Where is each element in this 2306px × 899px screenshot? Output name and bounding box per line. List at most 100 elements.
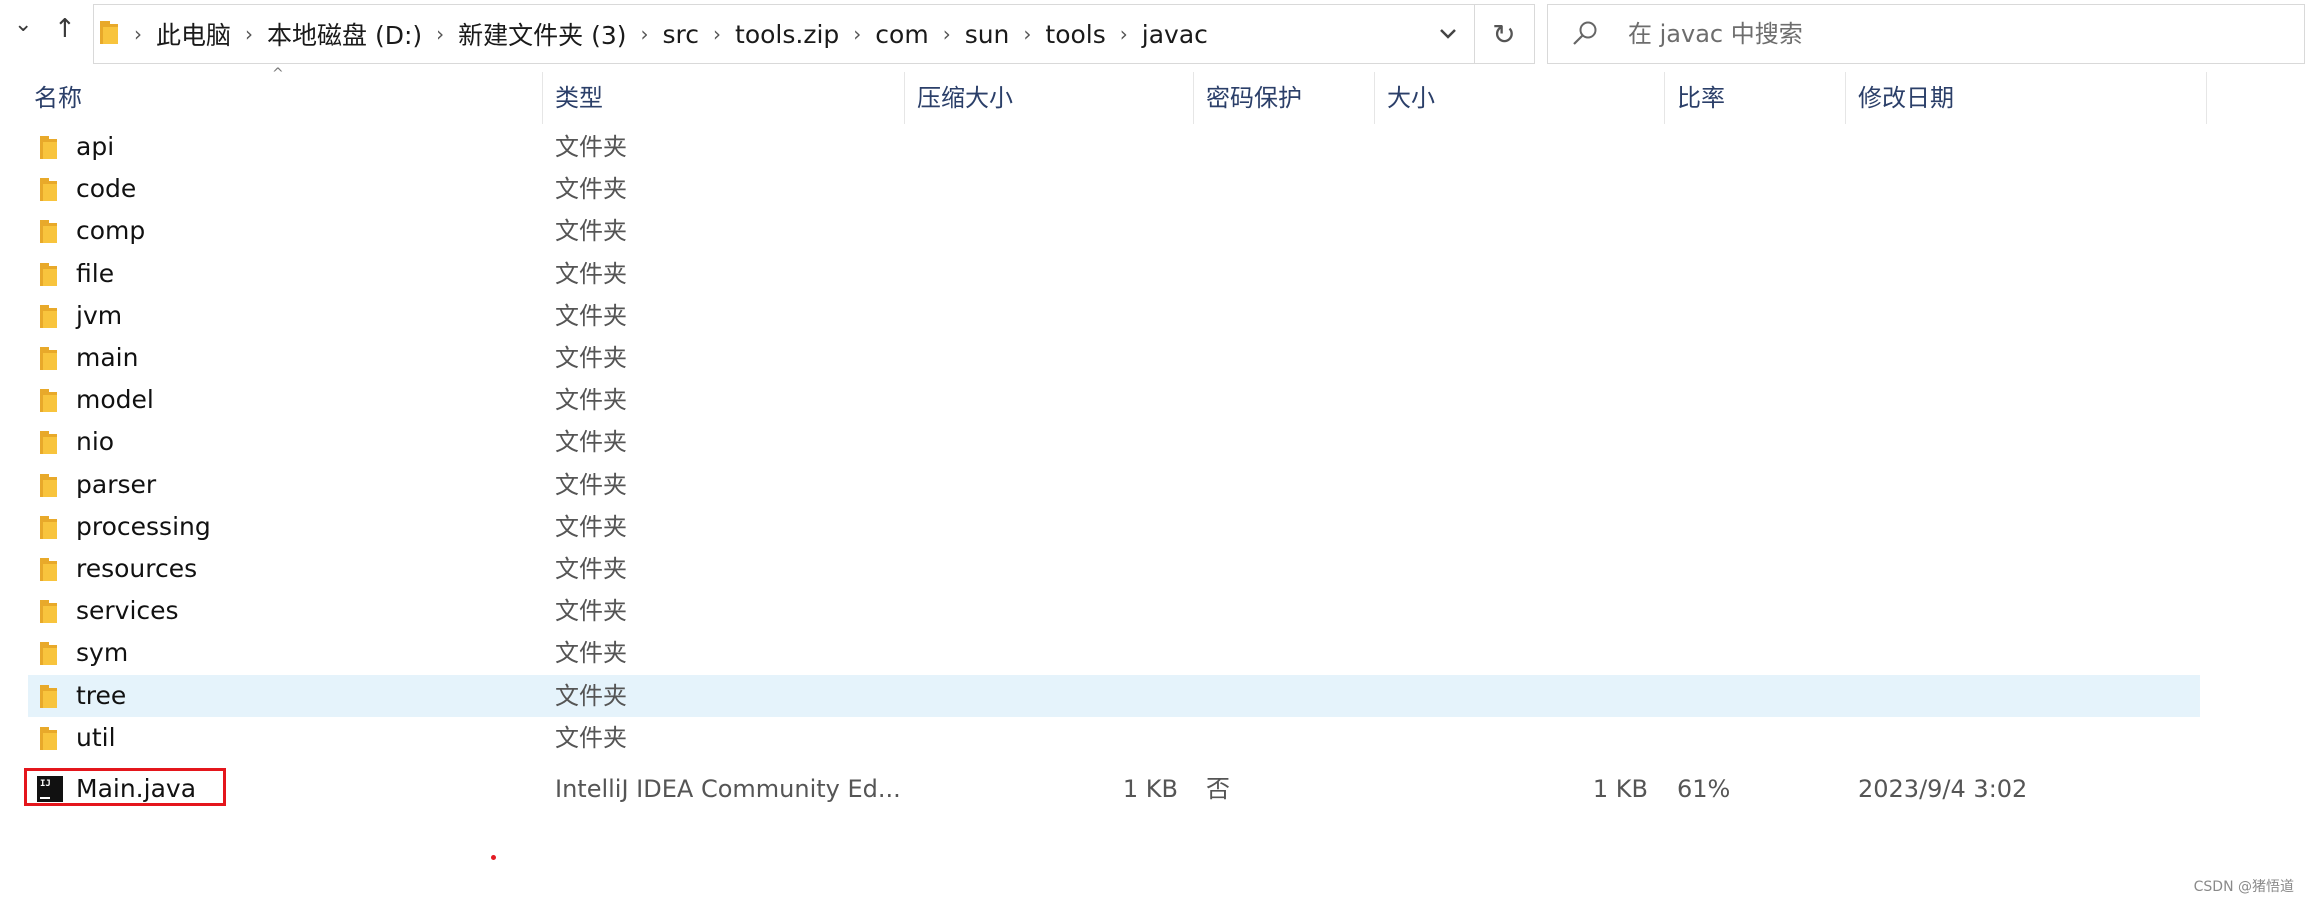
folder-row[interactable]: resources 文件夹 — [28, 548, 2200, 590]
folder-type: 文件夹 — [555, 344, 627, 372]
file-compressed-size: 1 KB — [1122, 775, 1178, 803]
breadcrumb-item[interactable]: sun — [965, 20, 1010, 49]
recent-locations-chevron-icon[interactable]: ⌄ — [14, 12, 32, 37]
folder-row[interactable]: api 文件夹 — [28, 126, 2200, 168]
folder-row[interactable]: comp 文件夹 — [28, 210, 2200, 252]
folder-row[interactable]: services 文件夹 — [28, 590, 2200, 632]
folder-row[interactable]: file 文件夹 — [28, 253, 2200, 295]
folder-name: comp — [76, 216, 146, 246]
folder-name: model — [76, 385, 154, 415]
folder-icon — [40, 178, 57, 202]
column-size[interactable]: 大小 — [1387, 72, 1435, 124]
breadcrumb-item[interactable]: 新建文件夹 (3) — [458, 16, 626, 52]
breadcrumb-separator-icon[interactable]: › — [436, 22, 444, 46]
address-history-dropdown[interactable] — [1420, 5, 1476, 63]
folder-name: tree — [76, 680, 127, 710]
column-ratio[interactable]: 比率 — [1677, 72, 1725, 124]
folder-type: 文件夹 — [555, 259, 627, 288]
column-divider[interactable] — [1374, 72, 1375, 124]
folder-type: 文件夹 — [555, 175, 627, 204]
folder-row[interactable]: nio 文件夹 — [28, 421, 2200, 463]
column-compressed-size[interactable]: 压缩大小 — [917, 72, 1013, 124]
folder-type: 文件夹 — [555, 301, 627, 330]
folder-row[interactable]: main 文件夹 — [28, 337, 2200, 379]
refresh-icon: ↻ — [1492, 17, 1516, 51]
address-bar[interactable]: › 此电脑 › 本地磁盘 (D:) › 新建文件夹 (3) › src › tools.zip › c… — [93, 4, 1535, 64]
watermark: CSDN @猪悟道 — [2193, 879, 2294, 895]
search-icon — [1573, 21, 1597, 45]
breadcrumb-separator-icon[interactable]: › — [1023, 22, 1031, 46]
file-type: IntelliJ IDEA Community Ed... — [555, 775, 901, 803]
folder-icon — [40, 473, 57, 497]
folder-row[interactable]: jvm 文件夹 — [28, 295, 2200, 337]
folder-name: resources — [76, 554, 198, 583]
navigation-bar: ⌄ ↑ › 此电脑 › 本地磁盘 (D:) › 新建文件夹 (3) › src › tools.z… — [0, 0, 2306, 68]
breadcrumb-separator-icon[interactable]: › — [134, 22, 142, 46]
folder-icon — [40, 220, 57, 244]
breadcrumb-item[interactable]: tools.zip — [735, 20, 839, 49]
column-divider[interactable] — [1664, 72, 1665, 124]
folder-name: main — [76, 343, 139, 372]
breadcrumb-item[interactable]: javac — [1142, 20, 1208, 49]
sort-ascending-icon: ^ — [272, 66, 284, 82]
chevron-down-icon — [1440, 29, 1456, 39]
column-name[interactable]: 名称 — [34, 72, 82, 124]
breadcrumb-separator-icon[interactable]: › — [713, 22, 721, 46]
breadcrumb-item[interactable]: tools — [1045, 20, 1105, 49]
search-box[interactable]: 在 javac 中搜索 — [1547, 4, 2305, 64]
annotation-highlight-box — [24, 768, 226, 806]
folder-icon — [40, 347, 57, 370]
refresh-button[interactable]: ↻ — [1475, 5, 1533, 63]
folder-type: 文件夹 — [555, 723, 627, 752]
folder-row[interactable]: tree 文件夹 — [28, 674, 2200, 717]
breadcrumb-separator-icon[interactable]: › — [853, 22, 861, 46]
breadcrumb-separator-icon[interactable]: › — [245, 22, 253, 46]
folder-type: 文件夹 — [555, 133, 627, 161]
up-arrow-icon[interactable]: ↑ — [54, 14, 76, 44]
breadcrumb-item[interactable]: src — [663, 20, 700, 49]
folder-name: processing — [76, 511, 211, 541]
breadcrumb-separator-icon[interactable]: › — [641, 22, 649, 46]
breadcrumb-item[interactable]: com — [875, 20, 928, 49]
column-divider[interactable] — [2206, 72, 2207, 124]
search-input[interactable]: 在 javac 中搜索 — [1628, 5, 1803, 63]
folder-name: api — [76, 132, 115, 161]
folder-row[interactable]: processing 文件夹 — [28, 506, 2200, 548]
folder-name: util — [76, 722, 116, 752]
folder-name: sym — [76, 638, 129, 668]
file-ratio: 61% — [1677, 775, 1731, 803]
folder-icon — [40, 684, 57, 708]
file-password: 否 — [1206, 775, 1230, 803]
file-size: 1 KB — [1592, 775, 1648, 803]
file-row-main-java[interactable]: IJ Main.java IntelliJ IDEA Community Ed.… — [28, 768, 2200, 810]
folder-row[interactable]: parser 文件夹 — [28, 464, 2200, 506]
folder-row[interactable]: code 文件夹 — [28, 168, 2200, 210]
folder-name: parser — [76, 469, 157, 499]
folder-type: 文件夹 — [555, 217, 627, 246]
column-divider[interactable] — [1845, 72, 1846, 124]
folder-type: 文件夹 — [555, 639, 627, 668]
breadcrumb-item[interactable]: 本地磁盘 (D:) — [267, 16, 422, 52]
breadcrumb-separator-icon[interactable]: › — [1120, 22, 1128, 46]
column-divider[interactable] — [542, 72, 543, 124]
folder-row[interactable]: model 文件夹 — [28, 379, 2200, 421]
folder-icon — [40, 726, 57, 750]
folder-icon — [40, 262, 57, 286]
column-divider[interactable] — [904, 72, 905, 124]
column-password[interactable]: 密码保护 — [1206, 72, 1302, 124]
breadcrumb-item[interactable]: 此电脑 — [156, 16, 231, 52]
breadcrumb-separator-icon[interactable]: › — [943, 22, 951, 46]
column-divider[interactable] — [1193, 72, 1194, 124]
folder-icon — [40, 304, 57, 328]
folder-row[interactable]: util 文件夹 — [28, 717, 2200, 759]
folder-type: 文件夹 — [555, 428, 627, 457]
folder-name: services — [76, 596, 179, 626]
folder-name: jvm — [76, 300, 123, 330]
folder-type: 文件夹 — [555, 597, 627, 626]
folder-row[interactable]: sym 文件夹 — [28, 632, 2200, 674]
folder-icon — [100, 21, 118, 44]
column-type[interactable]: 类型 — [555, 72, 603, 124]
folder-icon — [40, 136, 57, 159]
column-modified[interactable]: 修改日期 — [1858, 72, 1954, 124]
folder-icon — [40, 642, 57, 666]
